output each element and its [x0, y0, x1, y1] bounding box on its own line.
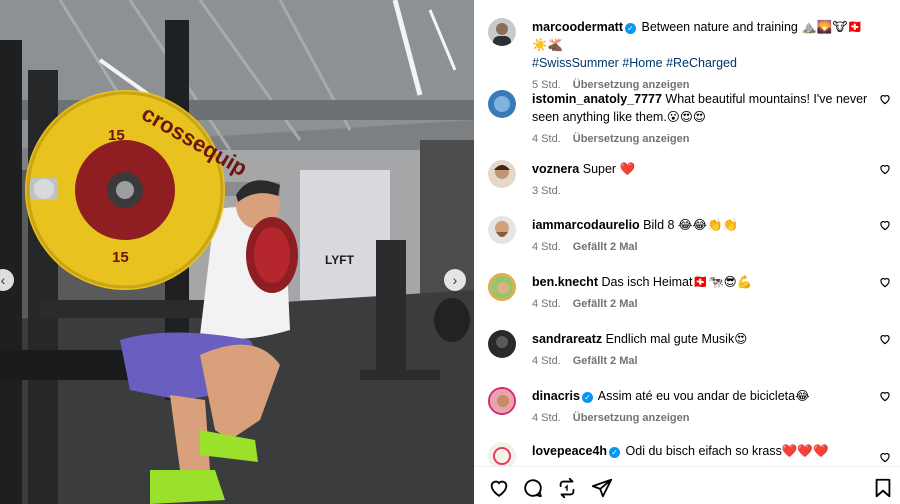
timestamp: 4 Std.: [532, 355, 561, 367]
comment-text: Bild 8 😂😂👏👏: [643, 218, 739, 232]
verified-icon: ✓: [625, 23, 636, 34]
post-photo: LYFT crossequip 15 15 ‹ ›: [0, 0, 474, 504]
comments-panel: marcoodermatt ✓ Between nature and traini…: [474, 0, 900, 504]
action-bar: [474, 466, 900, 504]
comment-text: Odi du bisch eifach so krass❤️❤️❤️: [625, 444, 829, 458]
avatar[interactable]: [488, 160, 516, 188]
comment-action[interactable]: Gefällt 2 Mal: [573, 241, 638, 253]
timestamp: 4 Std.: [532, 412, 561, 424]
chevron-right-icon[interactable]: ›: [444, 269, 466, 291]
avatar[interactable]: [488, 273, 516, 301]
timestamp: 3 Std.: [532, 185, 561, 197]
comment-user[interactable]: ben.knecht: [532, 275, 598, 289]
comment-user[interactable]: iammarcodaurelio: [532, 218, 640, 232]
send-icon[interactable]: [591, 477, 613, 499]
wall-logo: LYFT: [325, 253, 355, 267]
heart-icon[interactable]: [878, 389, 892, 403]
comment-text: Das isch Heimat🇨🇭🐄😎💪: [601, 275, 753, 289]
timestamp: 4 Std.: [532, 298, 561, 310]
comment-text: Super ❤️: [582, 162, 636, 176]
repost-icon[interactable]: [556, 477, 578, 499]
verified-icon: ✓: [609, 447, 621, 458]
timestamp: 4 Std.: [532, 241, 561, 253]
avatar[interactable]: [488, 18, 516, 46]
avatar[interactable]: [488, 90, 516, 118]
avatar[interactable]: [488, 216, 516, 244]
comment-user[interactable]: lovepeace4h: [532, 444, 607, 458]
heart-icon[interactable]: [878, 450, 892, 464]
comment-user[interactable]: dinacris: [532, 389, 580, 403]
comment-icon[interactable]: [522, 477, 544, 499]
avatar[interactable]: [488, 442, 516, 466]
comment-action[interactable]: Gefällt 2 Mal: [573, 355, 638, 367]
heart-icon[interactable]: [878, 332, 892, 346]
comment-text: Assim até eu vou andar de bicicleta😂: [597, 389, 810, 403]
comment-user[interactable]: istomin_anatoly_7777: [532, 92, 662, 106]
gym-squat-image: LYFT crossequip 15 15: [0, 0, 474, 504]
plate-weight-top: 15: [108, 127, 125, 144]
verified-icon: ✓: [581, 392, 593, 403]
heart-icon[interactable]: [878, 275, 892, 289]
comment-list: marcoodermatt ✓ Between nature and traini…: [474, 0, 900, 466]
heart-icon[interactable]: [488, 477, 510, 499]
timestamp: 4 Std.: [532, 133, 561, 145]
heart-icon[interactable]: [878, 218, 892, 232]
post-author[interactable]: marcoodermatt: [532, 20, 623, 34]
comment-user[interactable]: sandrareatz: [532, 332, 602, 346]
avatar[interactable]: [488, 330, 516, 358]
comment-text: Endlich mal gute Musik😍: [605, 332, 748, 346]
bookmark-icon[interactable]: [872, 477, 894, 499]
hashtags[interactable]: #SwissSummer #Home #ReCharged: [532, 56, 737, 70]
heart-icon[interactable]: [878, 92, 892, 106]
heart-icon[interactable]: [878, 162, 892, 176]
plate-weight-bottom: 15: [112, 249, 129, 266]
comment-user[interactable]: voznera: [532, 162, 579, 176]
comment-action[interactable]: Übersetzung anzeigen: [573, 133, 690, 145]
comment-action[interactable]: Übersetzung anzeigen: [573, 412, 690, 424]
avatar[interactable]: [488, 387, 516, 415]
comment-action[interactable]: Gefällt 2 Mal: [573, 298, 638, 310]
